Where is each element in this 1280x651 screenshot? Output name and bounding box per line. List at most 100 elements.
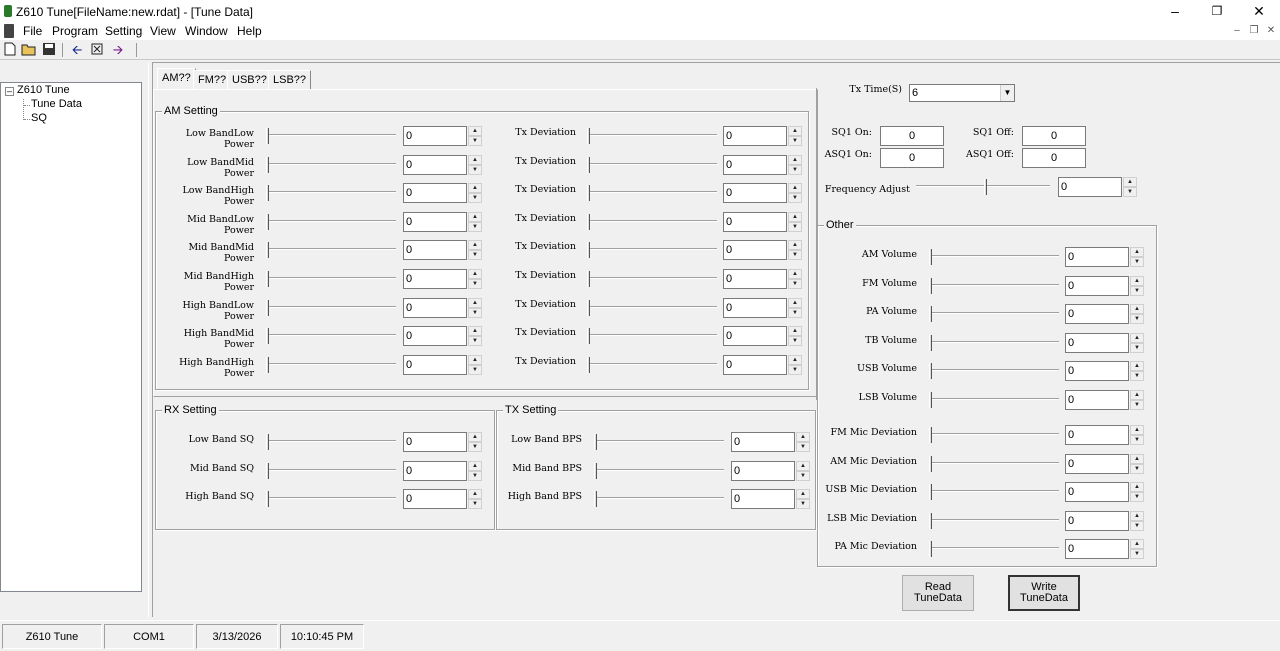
tx-bps-1-slider[interactable] bbox=[594, 461, 724, 481]
sq1-off-field[interactable]: 0 bbox=[1022, 126, 1086, 146]
spin-down-icon[interactable]: ▼ bbox=[788, 250, 802, 260]
new-file-icon[interactable] bbox=[2, 42, 18, 58]
tab-am[interactable]: AM?? bbox=[157, 68, 196, 89]
mdi-close-button[interactable]: ✕ bbox=[1264, 25, 1278, 38]
spin-down-icon[interactable]: ▼ bbox=[1130, 492, 1144, 502]
am-deviation-4-stepper[interactable]: 0 ▲ ▼ bbox=[723, 240, 803, 260]
spin-up-icon[interactable]: ▲ bbox=[468, 489, 482, 499]
spin-down-icon[interactable]: ▼ bbox=[788, 136, 802, 146]
am-deviation-2-field[interactable]: 0 bbox=[723, 183, 787, 203]
other-9-field[interactable]: 0 bbox=[1065, 511, 1129, 531]
am-power-3-stepper[interactable]: 0 ▲ ▼ bbox=[403, 212, 483, 232]
tx-bps-2-field[interactable]: 0 bbox=[731, 489, 795, 509]
other-6-field[interactable]: 0 bbox=[1065, 425, 1129, 445]
am-power-5-slider[interactable] bbox=[266, 269, 396, 289]
spin-down-icon[interactable]: ▼ bbox=[1130, 400, 1144, 410]
slider-thumb[interactable] bbox=[587, 157, 590, 173]
mdi-minimize-button[interactable]: – bbox=[1230, 25, 1244, 38]
am-deviation-5-slider[interactable] bbox=[587, 269, 717, 289]
slider-thumb[interactable] bbox=[984, 179, 987, 195]
spin-down-icon[interactable]: ▼ bbox=[788, 279, 802, 289]
other-4-field[interactable]: 0 bbox=[1065, 361, 1129, 381]
spin-up-icon[interactable]: ▲ bbox=[1130, 390, 1144, 400]
am-power-1-field[interactable]: 0 bbox=[403, 155, 467, 175]
am-deviation-0-slider[interactable] bbox=[587, 126, 717, 146]
menu-file[interactable]: File bbox=[23, 24, 42, 38]
am-deviation-3-field[interactable]: 0 bbox=[723, 212, 787, 232]
am-deviation-2-stepper[interactable]: 0 ▲ ▼ bbox=[723, 183, 803, 203]
other-7-field[interactable]: 0 bbox=[1065, 454, 1129, 474]
spin-down-icon[interactable]: ▼ bbox=[1123, 187, 1137, 197]
spin-up-icon[interactable]: ▲ bbox=[788, 126, 802, 136]
spin-down-icon[interactable]: ▼ bbox=[468, 136, 482, 146]
other-8-slider[interactable] bbox=[929, 482, 1059, 502]
slider-thumb[interactable] bbox=[929, 335, 932, 351]
tx-bps-2-slider[interactable] bbox=[594, 489, 724, 509]
spin-up-icon[interactable]: ▲ bbox=[1123, 177, 1137, 187]
spin-up-icon[interactable]: ▲ bbox=[1130, 276, 1144, 286]
slider-thumb[interactable] bbox=[587, 300, 590, 316]
tree-view[interactable]: – Z610 Tune Tune Data SQ bbox=[0, 82, 142, 592]
other-7-slider[interactable] bbox=[929, 454, 1059, 474]
am-power-3-field[interactable]: 0 bbox=[403, 212, 467, 232]
tx-bps-2-stepper[interactable]: 0 ▲ ▼ bbox=[731, 489, 811, 509]
menu-program[interactable]: Program bbox=[52, 24, 98, 38]
spin-down-icon[interactable]: ▼ bbox=[468, 165, 482, 175]
am-deviation-4-slider[interactable] bbox=[587, 240, 717, 260]
restore-button[interactable]: ❐ bbox=[1196, 0, 1238, 22]
tree-node-root[interactable]: Z610 Tune bbox=[17, 84, 70, 96]
slider-thumb[interactable] bbox=[929, 484, 932, 500]
slider-thumb[interactable] bbox=[929, 392, 932, 408]
spin-up-icon[interactable]: ▲ bbox=[468, 461, 482, 471]
slider-thumb[interactable] bbox=[266, 185, 269, 201]
slider-thumb[interactable] bbox=[266, 491, 269, 507]
slider-thumb[interactable] bbox=[266, 214, 269, 230]
other-2-field[interactable]: 0 bbox=[1065, 304, 1129, 324]
spin-down-icon[interactable]: ▼ bbox=[1130, 257, 1144, 267]
spin-down-icon[interactable]: ▼ bbox=[468, 471, 482, 481]
tx-time-select[interactable]: 6 ▼ bbox=[909, 84, 1015, 102]
am-power-2-slider[interactable] bbox=[266, 183, 396, 203]
am-deviation-1-field[interactable]: 0 bbox=[723, 155, 787, 175]
am-deviation-3-slider[interactable] bbox=[587, 212, 717, 232]
other-3-field[interactable]: 0 bbox=[1065, 333, 1129, 353]
spin-down-icon[interactable]: ▼ bbox=[468, 279, 482, 289]
slider-thumb[interactable] bbox=[266, 328, 269, 344]
menu-setting[interactable]: Setting bbox=[105, 24, 142, 38]
other-2-stepper[interactable]: 0 ▲ ▼ bbox=[1065, 304, 1145, 324]
spin-down-icon[interactable]: ▼ bbox=[1130, 549, 1144, 559]
other-10-stepper[interactable]: 0 ▲ ▼ bbox=[1065, 539, 1145, 559]
other-2-slider[interactable] bbox=[929, 304, 1059, 324]
other-1-slider[interactable] bbox=[929, 276, 1059, 296]
spin-down-icon[interactable]: ▼ bbox=[468, 336, 482, 346]
tx-bps-1-field[interactable]: 0 bbox=[731, 461, 795, 481]
rx-sq-1-field[interactable]: 0 bbox=[403, 461, 467, 481]
other-5-slider[interactable] bbox=[929, 390, 1059, 410]
tab-lsb[interactable]: LSB?? bbox=[268, 70, 312, 89]
slider-thumb[interactable] bbox=[929, 278, 932, 294]
spin-up-icon[interactable]: ▲ bbox=[796, 432, 810, 442]
am-deviation-8-stepper[interactable]: 0 ▲ ▼ bbox=[723, 355, 803, 375]
menu-help[interactable]: Help bbox=[237, 24, 262, 38]
other-7-stepper[interactable]: 0 ▲ ▼ bbox=[1065, 454, 1145, 474]
slider-thumb[interactable] bbox=[929, 456, 932, 472]
am-power-5-stepper[interactable]: 0 ▲ ▼ bbox=[403, 269, 483, 289]
am-deviation-1-slider[interactable] bbox=[587, 155, 717, 175]
spin-down-icon[interactable]: ▼ bbox=[1130, 464, 1144, 474]
slider-thumb[interactable] bbox=[929, 306, 932, 322]
slider-thumb[interactable] bbox=[266, 463, 269, 479]
spin-up-icon[interactable]: ▲ bbox=[788, 183, 802, 193]
spin-up-icon[interactable]: ▲ bbox=[1130, 511, 1144, 521]
am-power-6-field[interactable]: 0 bbox=[403, 298, 467, 318]
spin-up-icon[interactable]: ▲ bbox=[468, 326, 482, 336]
am-power-0-field[interactable]: 0 bbox=[403, 126, 467, 146]
other-10-field[interactable]: 0 bbox=[1065, 539, 1129, 559]
am-deviation-5-field[interactable]: 0 bbox=[723, 269, 787, 289]
slider-thumb[interactable] bbox=[266, 434, 269, 450]
spin-up-icon[interactable]: ▲ bbox=[1130, 454, 1144, 464]
spin-up-icon[interactable]: ▲ bbox=[788, 326, 802, 336]
spin-down-icon[interactable]: ▼ bbox=[788, 365, 802, 375]
spin-up-icon[interactable]: ▲ bbox=[468, 183, 482, 193]
program-icon[interactable] bbox=[89, 42, 105, 58]
spin-up-icon[interactable]: ▲ bbox=[788, 155, 802, 165]
